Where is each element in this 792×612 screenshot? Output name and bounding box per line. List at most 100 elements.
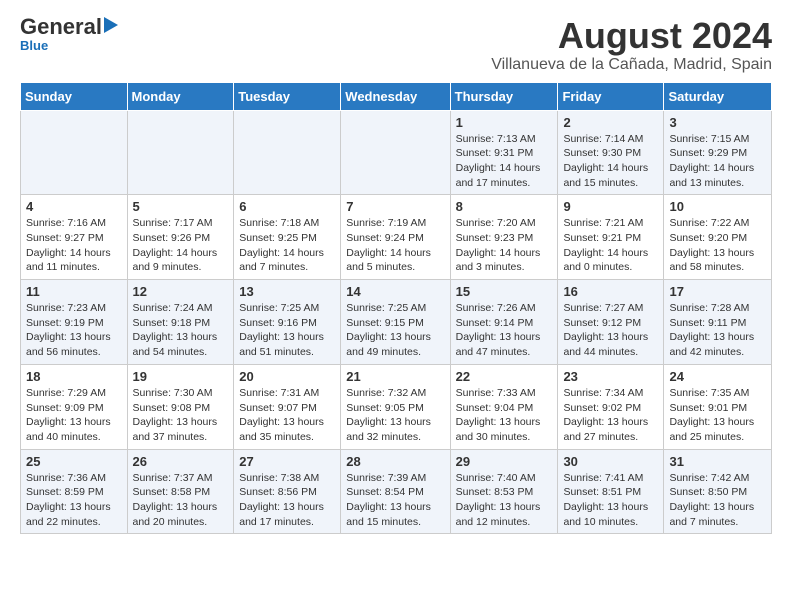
calendar-cell: 14Sunrise: 7:25 AMSunset: 9:15 PMDayligh… (341, 280, 450, 365)
day-number: 6 (239, 199, 335, 214)
day-number: 18 (26, 369, 122, 384)
day-number: 27 (239, 454, 335, 469)
day-number: 4 (26, 199, 122, 214)
day-info: Sunrise: 7:36 AMSunset: 8:59 PMDaylight:… (26, 471, 122, 530)
calendar-body: 1 Sunrise: 7:13 AMSunset: 9:31 PMDaylight… (21, 110, 772, 534)
day-number: 29 (456, 454, 553, 469)
calendar-cell: 11 Sunrise: 7:23 AMSunset: 9:19 PMDayligh… (21, 280, 128, 365)
subtitle: Villanueva de la Cañada, Madrid, Spain (491, 56, 772, 74)
calendar-table: SundayMondayTuesdayWednesdayThursdayFrid… (20, 82, 772, 535)
day-info: Sunrise: 7:18 AMSunset: 9:25 PMDaylight:… (239, 216, 335, 275)
logo: General Blue (20, 16, 118, 53)
day-number: 30 (563, 454, 658, 469)
day-info: Sunrise: 7:27 AMSunset: 9:12 PMDaylight:… (563, 301, 658, 360)
day-info: Sunrise: 7:21 AMSunset: 9:21 PMDaylight:… (563, 216, 658, 275)
calendar-cell: 21 Sunrise: 7:32 AMSunset: 9:05 PMDayligh… (341, 364, 450, 449)
day-number: 11 (26, 284, 122, 299)
calendar-cell: 1 Sunrise: 7:13 AMSunset: 9:31 PMDaylight… (450, 110, 558, 195)
header-cell-tuesday: Tuesday (234, 82, 341, 110)
day-number: 14 (346, 284, 444, 299)
day-number: 20 (239, 369, 335, 384)
header-cell-sunday: Sunday (21, 82, 128, 110)
day-number: 19 (133, 369, 229, 384)
day-info: Sunrise: 7:15 AMSunset: 9:29 PMDaylight:… (669, 132, 766, 191)
day-number: 7 (346, 199, 444, 214)
day-number: 12 (133, 284, 229, 299)
header-cell-friday: Friday (558, 82, 664, 110)
day-info: Sunrise: 7:34 AMSunset: 9:02 PMDaylight:… (563, 386, 658, 445)
day-number: 5 (133, 199, 229, 214)
calendar-cell: 19 Sunrise: 7:30 AMSunset: 9:08 PMDayligh… (127, 364, 234, 449)
calendar-cell: 17 Sunrise: 7:28 AMSunset: 9:11 PMDayligh… (664, 280, 772, 365)
day-number: 15 (456, 284, 553, 299)
day-info: Sunrise: 7:32 AMSunset: 9:05 PMDaylight:… (346, 386, 444, 445)
calendar-cell: 22 Sunrise: 7:33 AMSunset: 9:04 PMDayligh… (450, 364, 558, 449)
calendar-cell: 31 Sunrise: 7:42 AMSunset: 8:50 PMDayligh… (664, 449, 772, 534)
day-info: Sunrise: 7:35 AMSunset: 9:01 PMDaylight:… (669, 386, 766, 445)
day-number: 31 (669, 454, 766, 469)
day-number: 8 (456, 199, 553, 214)
day-info: Sunrise: 7:29 AMSunset: 9:09 PMDaylight:… (26, 386, 122, 445)
calendar-cell: 8 Sunrise: 7:20 AMSunset: 9:23 PMDaylight… (450, 195, 558, 280)
week-row-5: 25 Sunrise: 7:36 AMSunset: 8:59 PMDayligh… (21, 449, 772, 534)
day-info: Sunrise: 7:17 AMSunset: 9:26 PMDaylight:… (133, 216, 229, 275)
calendar-cell (234, 110, 341, 195)
day-number: 17 (669, 284, 766, 299)
calendar-cell: 6 Sunrise: 7:18 AMSunset: 9:25 PMDaylight… (234, 195, 341, 280)
day-info: Sunrise: 7:23 AMSunset: 9:19 PMDaylight:… (26, 301, 122, 360)
day-info: Sunrise: 7:28 AMSunset: 9:11 PMDaylight:… (669, 301, 766, 360)
header-cell-wednesday: Wednesday (341, 82, 450, 110)
logo-general: General (20, 16, 102, 38)
day-info: Sunrise: 7:37 AMSunset: 8:58 PMDaylight:… (133, 471, 229, 530)
day-info: Sunrise: 7:13 AMSunset: 9:31 PMDaylight:… (456, 132, 553, 191)
calendar-cell: 20 Sunrise: 7:31 AMSunset: 9:07 PMDayligh… (234, 364, 341, 449)
week-row-2: 4 Sunrise: 7:16 AMSunset: 9:27 PMDaylight… (21, 195, 772, 280)
calendar-cell (341, 110, 450, 195)
logo-blue: Blue (20, 38, 48, 53)
day-info: Sunrise: 7:20 AMSunset: 9:23 PMDaylight:… (456, 216, 553, 275)
day-number: 1 (456, 115, 553, 130)
day-info: Sunrise: 7:25 AMSunset: 9:16 PMDaylight:… (239, 301, 335, 360)
day-info: Sunrise: 7:41 AMSunset: 8:51 PMDaylight:… (563, 471, 658, 530)
day-info: Sunrise: 7:30 AMSunset: 9:08 PMDaylight:… (133, 386, 229, 445)
calendar-cell: 2 Sunrise: 7:14 AMSunset: 9:30 PMDaylight… (558, 110, 664, 195)
day-info: Sunrise: 7:26 AMSunset: 9:14 PMDaylight:… (456, 301, 553, 360)
day-info: Sunrise: 7:14 AMSunset: 9:30 PMDaylight:… (563, 132, 658, 191)
calendar-cell (21, 110, 128, 195)
day-number: 2 (563, 115, 658, 130)
day-info: Sunrise: 7:19 AMSunset: 9:24 PMDaylight:… (346, 216, 444, 275)
day-number: 23 (563, 369, 658, 384)
day-number: 9 (563, 199, 658, 214)
header-cell-thursday: Thursday (450, 82, 558, 110)
header-cell-saturday: Saturday (664, 82, 772, 110)
calendar-cell: 3Sunrise: 7:15 AMSunset: 9:29 PMDaylight… (664, 110, 772, 195)
day-number: 28 (346, 454, 444, 469)
calendar-cell: 15 Sunrise: 7:26 AMSunset: 9:14 PMDayligh… (450, 280, 558, 365)
header-row: SundayMondayTuesdayWednesdayThursdayFrid… (21, 82, 772, 110)
day-number: 26 (133, 454, 229, 469)
day-info: Sunrise: 7:42 AMSunset: 8:50 PMDaylight:… (669, 471, 766, 530)
day-info: Sunrise: 7:40 AMSunset: 8:53 PMDaylight:… (456, 471, 553, 530)
header: General Blue August 2024 Villanueva de l… (20, 16, 772, 74)
calendar-cell: 4 Sunrise: 7:16 AMSunset: 9:27 PMDaylight… (21, 195, 128, 280)
day-info: Sunrise: 7:39 AMSunset: 8:54 PMDaylight:… (346, 471, 444, 530)
week-row-3: 11 Sunrise: 7:23 AMSunset: 9:19 PMDayligh… (21, 280, 772, 365)
day-number: 21 (346, 369, 444, 384)
calendar-cell: 16Sunrise: 7:27 AMSunset: 9:12 PMDayligh… (558, 280, 664, 365)
calendar-cell: 28 Sunrise: 7:39 AMSunset: 8:54 PMDayligh… (341, 449, 450, 534)
day-info: Sunrise: 7:24 AMSunset: 9:18 PMDaylight:… (133, 301, 229, 360)
day-number: 25 (26, 454, 122, 469)
title-section: August 2024 Villanueva de la Cañada, Mad… (491, 16, 772, 74)
main-title: August 2024 (491, 16, 772, 56)
header-cell-monday: Monday (127, 82, 234, 110)
calendar-cell: 9 Sunrise: 7:21 AMSunset: 9:21 PMDaylight… (558, 195, 664, 280)
day-info: Sunrise: 7:16 AMSunset: 9:27 PMDaylight:… (26, 216, 122, 275)
day-number: 22 (456, 369, 553, 384)
calendar-cell: 26 Sunrise: 7:37 AMSunset: 8:58 PMDayligh… (127, 449, 234, 534)
calendar-cell: 13Sunrise: 7:25 AMSunset: 9:16 PMDayligh… (234, 280, 341, 365)
logo-arrow-icon (104, 17, 118, 33)
calendar-cell: 27Sunrise: 7:38 AMSunset: 8:56 PMDayligh… (234, 449, 341, 534)
day-info: Sunrise: 7:31 AMSunset: 9:07 PMDaylight:… (239, 386, 335, 445)
day-info: Sunrise: 7:33 AMSunset: 9:04 PMDaylight:… (456, 386, 553, 445)
calendar-cell: 12 Sunrise: 7:24 AMSunset: 9:18 PMDayligh… (127, 280, 234, 365)
